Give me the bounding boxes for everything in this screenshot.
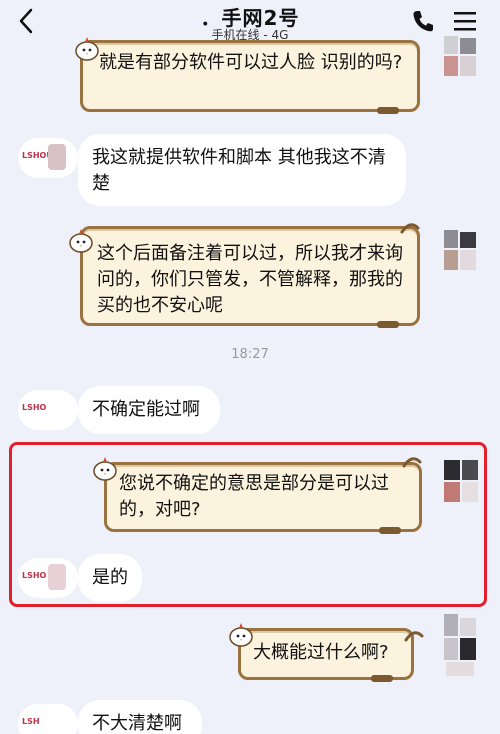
timestamp: 18:27 [231, 347, 269, 362]
message-text: 我这就提供软件和脚本 其他我这不清楚 [92, 147, 386, 194]
avatar-label: LSHO [22, 403, 47, 412]
message-bubble-received[interactable]: 不确定能过啊 [78, 386, 220, 434]
chick-sticker-icon [93, 457, 117, 481]
message-bubble-sent[interactable]: 大概能过什么啊? [238, 628, 414, 682]
contact-avatar[interactable]: LSHO [18, 390, 78, 430]
message-text: 不大清楚啊 [92, 713, 182, 734]
message-bubble-sent[interactable]: 您说不确定的意思是部分是可以过的，对吧? [104, 462, 422, 534]
message-text: 就是有部分软件可以过人脸 识别的吗? [99, 52, 403, 73]
message-text: 这个后面备注着可以过，所以我才来询问的，你们只管发，不管解释，那我的买的也不安心… [97, 243, 403, 316]
avatar-blur [48, 144, 66, 170]
my-avatar[interactable] [440, 36, 480, 80]
bubble-ornament-icon [400, 223, 420, 234]
message-bubble-received[interactable]: 是的 [78, 554, 142, 602]
chick-sticker-icon [75, 37, 99, 61]
message-bubble-received[interactable]: 不大清楚啊 [78, 700, 202, 734]
my-avatar[interactable] [442, 460, 482, 504]
message-bubble-sent[interactable]: 就是有部分软件可以过人脸 识别的吗? [80, 40, 420, 114]
bubble-ornament-icon [404, 631, 424, 642]
avatar-blur [48, 564, 66, 590]
chick-sticker-icon [69, 229, 93, 253]
message-bubble-sent[interactable]: 这个后面备注着可以过，所以我才来询问的，你们只管发，不管解释，那我的买的也不安心… [80, 226, 420, 328]
bubble-ornament-icon [402, 457, 422, 468]
message-text: 不确定能过啊 [92, 399, 200, 420]
message-text: 您说不确定的意思是部分是可以过的，对吧? [119, 473, 389, 520]
avatar-label: LSHO [22, 571, 47, 580]
my-avatar[interactable] [440, 614, 480, 676]
contact-avatar[interactable]: LSH [18, 704, 78, 734]
hamburger-menu-icon[interactable] [452, 8, 478, 34]
chick-sticker-icon [229, 623, 253, 647]
contact-avatar[interactable]: LSHO [18, 558, 78, 598]
message-text: 大概能过什么啊? [253, 642, 389, 663]
message-text: 是的 [92, 567, 128, 588]
avatar-label: LSH [22, 717, 40, 726]
contact-avatar[interactable]: LSHOU [18, 138, 78, 178]
message-bubble-received[interactable]: 我这就提供软件和脚本 其他我这不清楚 [78, 134, 406, 206]
phone-icon[interactable] [410, 8, 436, 34]
my-avatar[interactable] [440, 230, 480, 274]
